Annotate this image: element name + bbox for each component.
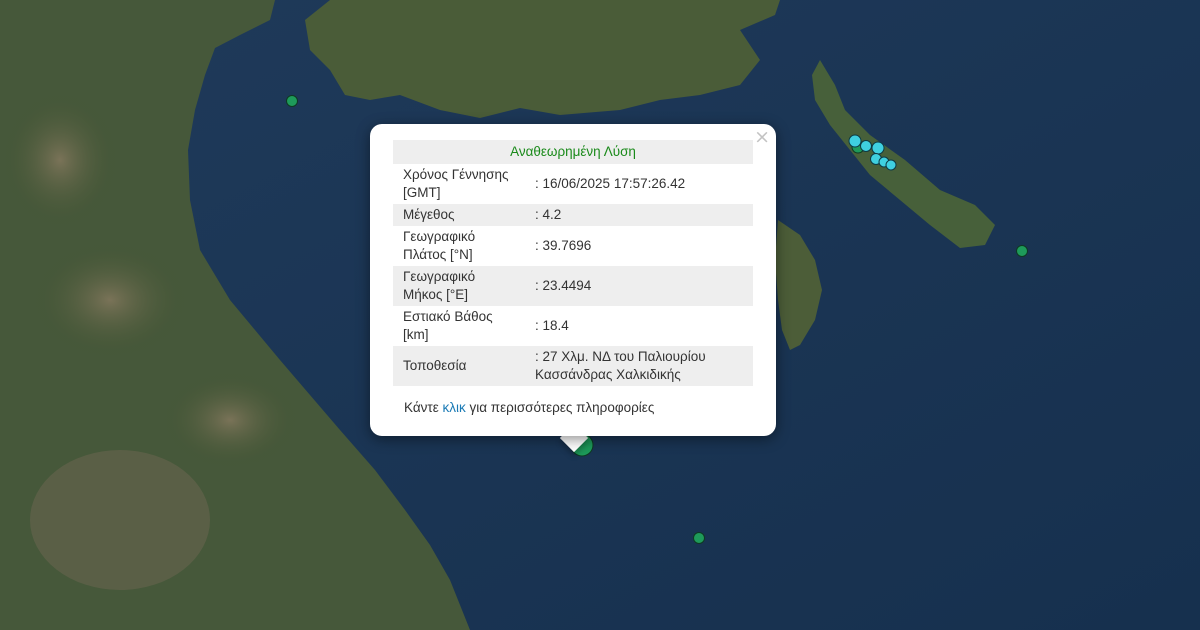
mountain-ridge [30, 450, 210, 590]
more-prefix: Κάντε [404, 400, 443, 415]
earthquake-marker-icon[interactable] [871, 141, 885, 155]
earthquake-marker-icon[interactable] [848, 134, 862, 148]
more-info-link[interactable]: κλικ [443, 400, 466, 415]
earthquake-marker-icon[interactable] [860, 140, 872, 152]
row-label: Εστιακό Βάθος [km] [403, 309, 493, 342]
row-label: Γεωγραφικό Μήκος [°E] [393, 266, 525, 306]
table-row: Μέγεθος : 4.2 [393, 204, 753, 226]
row-value: : 18.4 [535, 318, 569, 333]
table-row: Εστιακό Βάθος [km] : 18.4 [393, 306, 753, 346]
earthquake-marker-icon[interactable] [693, 532, 705, 544]
mountain-ridge [0, 90, 120, 230]
more-suffix: για περισσότερες πληροφορίες [465, 400, 655, 415]
row-value: : 4.2 [525, 204, 753, 226]
earthquake-marker-icon[interactable] [286, 95, 298, 107]
row-label: Γεωγραφικό Πλάτος [°N] [403, 229, 476, 262]
table-row: Γεωγραφικό Μήκος [°E] : 23.4494 [393, 266, 753, 306]
mountain-ridge [160, 370, 300, 470]
table-row: Χρόνος Γέννησης [GMT] : 16/06/2025 17:57… [393, 164, 753, 204]
table-row: Γεωγραφικό Πλάτος [°N] : 39.7696 [393, 226, 753, 266]
earthquake-marker-icon[interactable] [885, 159, 897, 171]
row-value: : 16/06/2025 17:57:26.42 [535, 176, 686, 191]
more-info-text: Κάντε κλικ για περισσότερες πληροφορίες [404, 400, 654, 415]
row-value: : 23.4494 [525, 266, 753, 306]
table-row: Τοποθεσία : 27 Χλμ. ΝΔ του Παλιουρίου Κα… [393, 346, 753, 386]
info-table: Αναθεωρημένη Λύση Χρόνος Γέννησης [GMT] … [393, 140, 753, 386]
row-label: Τοποθεσία [393, 346, 525, 386]
row-label: Μέγεθος [393, 204, 525, 226]
table-row: Αναθεωρημένη Λύση [393, 140, 753, 164]
row-label: Χρόνος Γέννησης [GMT] [403, 167, 509, 200]
earthquake-popup: × Αναθεωρημένη Λύση Χρόνος Γέννησης [GMT… [370, 124, 776, 436]
earthquake-marker-icon[interactable] [1016, 245, 1028, 257]
mountain-ridge [30, 240, 190, 360]
row-value: : 27 Χλμ. ΝΔ του Παλιουρίου Κασσάνδρας Χ… [525, 346, 753, 386]
row-value: : 39.7696 [535, 238, 592, 253]
close-icon[interactable]: × [754, 126, 770, 148]
popup-title: Αναθεωρημένη Λύση [393, 140, 753, 164]
